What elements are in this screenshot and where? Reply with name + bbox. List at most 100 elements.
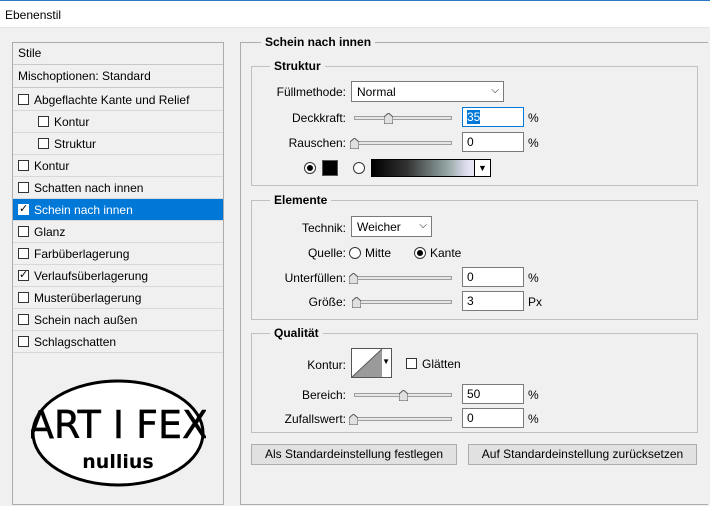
- chevron-down-icon[interactable]: ▼: [382, 357, 390, 366]
- styles-header[interactable]: Stile: [13, 43, 223, 65]
- style-item-checkbox[interactable]: [18, 160, 29, 171]
- style-item[interactable]: Kontur: [13, 155, 223, 177]
- blend-mode-value: Normal: [357, 85, 396, 99]
- style-item-checkbox[interactable]: [18, 226, 29, 237]
- svg-text:nullius: nullius: [82, 451, 153, 473]
- styles-panel: Stile Mischoptionen: Standard Abgeflacht…: [12, 42, 224, 505]
- reset-default-button[interactable]: Auf Standardeinstellung zurücksetzen: [468, 444, 697, 465]
- technique-select[interactable]: Weicher ⌵: [351, 216, 432, 237]
- style-item-label: Struktur: [54, 136, 97, 151]
- chevron-down-icon[interactable]: ▼: [474, 160, 490, 176]
- jitter-label: Zufallswert:: [284, 412, 346, 426]
- contour-label: Kontur:: [307, 358, 346, 372]
- color-radio[interactable]: [304, 162, 316, 174]
- jitter-unit: %: [528, 412, 539, 426]
- choke-label: Unterfüllen:: [284, 271, 346, 285]
- opacity-unit: %: [528, 111, 539, 125]
- styles-header-label: Stile: [18, 46, 42, 60]
- choke-input[interactable]: 0: [462, 267, 524, 287]
- style-item-checkbox[interactable]: [18, 248, 29, 259]
- range-unit: %: [528, 388, 539, 402]
- panel-title: Schein nach innen: [261, 35, 376, 49]
- size-label: Größe:: [308, 295, 346, 309]
- style-item-checkbox[interactable]: [38, 138, 49, 149]
- style-item[interactable]: Struktur: [13, 133, 223, 155]
- style-item[interactable]: Schein nach außen: [13, 309, 223, 331]
- elements-group: Elemente Technik: Weicher ⌵ Quelle: Mitt…: [251, 193, 698, 320]
- size-value: 3: [467, 294, 474, 308]
- opacity-value: 35: [467, 110, 481, 124]
- style-item-label: Musterüberlagerung: [34, 290, 142, 305]
- blend-mode-select[interactable]: Normal ⌵: [351, 81, 504, 102]
- style-item[interactable]: Kontur: [13, 111, 223, 133]
- opacity-slider[interactable]: [354, 116, 452, 120]
- antialias-label: Glätten: [422, 357, 461, 371]
- noise-input[interactable]: 0: [462, 132, 524, 152]
- settings-panel: Schein nach innen Struktur Füllmethode: …: [240, 35, 710, 505]
- source-center-label: Mitte: [365, 246, 392, 260]
- style-item-checkbox[interactable]: [18, 182, 29, 193]
- style-item[interactable]: Schein nach innen: [13, 199, 223, 221]
- source-edge-radio[interactable]: [414, 247, 426, 259]
- style-item[interactable]: Verlaufsüberlagerung: [13, 265, 223, 287]
- size-input[interactable]: 3: [462, 291, 524, 311]
- style-item-label: Schein nach außen: [34, 312, 138, 327]
- style-item-label: Schlagschatten: [34, 334, 117, 349]
- style-item-checkbox[interactable]: [38, 116, 49, 127]
- technique-value: Weicher: [357, 220, 401, 234]
- style-item-label: Glanz: [34, 224, 66, 239]
- style-item-checkbox[interactable]: [18, 292, 29, 303]
- window-title: Ebenenstil: [5, 8, 62, 22]
- choke-value: 0: [467, 270, 474, 284]
- gradient-radio[interactable]: [353, 162, 365, 174]
- style-item[interactable]: Farbüberlagerung: [13, 243, 223, 265]
- style-item-label: Abgeflachte Kante und Relief: [34, 92, 190, 107]
- style-item[interactable]: Glanz: [13, 221, 223, 243]
- jitter-value: 0: [467, 411, 474, 425]
- style-item[interactable]: Schlagschatten: [13, 331, 223, 353]
- range-value: 50: [467, 387, 481, 401]
- blending-options-label: Mischoptionen: Standard: [18, 69, 151, 83]
- jitter-input[interactable]: 0: [462, 408, 524, 428]
- source-center-radio[interactable]: [349, 247, 361, 259]
- noise-slider[interactable]: [354, 141, 452, 145]
- style-item-checkbox[interactable]: [18, 314, 29, 325]
- range-slider-thumb[interactable]: [399, 390, 408, 401]
- size-slider[interactable]: [352, 300, 452, 304]
- style-item-checkbox[interactable]: [18, 268, 29, 281]
- glow-color-swatch[interactable]: [322, 160, 338, 176]
- structure-group-title: Struktur: [270, 59, 325, 73]
- noise-slider-thumb[interactable]: [350, 138, 359, 149]
- opacity-input[interactable]: 35: [462, 107, 524, 127]
- noise-label: Rauschen:: [288, 136, 346, 150]
- style-item[interactable]: Musterüberlagerung: [13, 287, 223, 309]
- opacity-slider-thumb[interactable]: [384, 113, 394, 124]
- jitter-slider-thumb[interactable]: [349, 414, 358, 425]
- noise-value: 0: [467, 135, 474, 149]
- style-item-label: Schatten nach innen: [34, 180, 144, 195]
- source-label: Quelle:: [307, 246, 346, 260]
- quality-group-title: Qualität: [270, 326, 323, 340]
- style-item-label: Kontur: [34, 158, 70, 173]
- source-edge-label: Kante: [430, 246, 462, 260]
- make-default-button[interactable]: Als Standardeinstellung festlegen: [251, 444, 457, 465]
- size-slider-thumb[interactable]: [352, 297, 361, 308]
- choke-slider-thumb[interactable]: [349, 273, 358, 284]
- style-item-label: Schein nach innen: [34, 202, 133, 217]
- range-input[interactable]: 50: [462, 384, 524, 404]
- antialias-checkbox[interactable]: [406, 358, 417, 369]
- blending-options-item[interactable]: Mischoptionen: Standard: [13, 66, 223, 88]
- style-item[interactable]: Abgeflachte Kante und Relief: [13, 89, 223, 111]
- gradient-picker[interactable]: ▼: [371, 159, 491, 177]
- opacity-label: Deckkraft:: [291, 111, 346, 125]
- style-item-label: Kontur: [54, 114, 90, 129]
- choke-unit: %: [528, 271, 539, 285]
- contour-picker[interactable]: ▼: [351, 348, 392, 378]
- style-item-checkbox[interactable]: [18, 202, 29, 215]
- choke-slider[interactable]: [352, 276, 452, 280]
- style-item-checkbox[interactable]: [18, 94, 29, 105]
- jitter-slider[interactable]: [352, 417, 452, 421]
- style-item[interactable]: Schatten nach innen: [13, 177, 223, 199]
- quality-group: Qualität Kontur: ▼ Glätten Bereich: 50 %…: [251, 326, 698, 433]
- style-item-checkbox[interactable]: [18, 336, 29, 347]
